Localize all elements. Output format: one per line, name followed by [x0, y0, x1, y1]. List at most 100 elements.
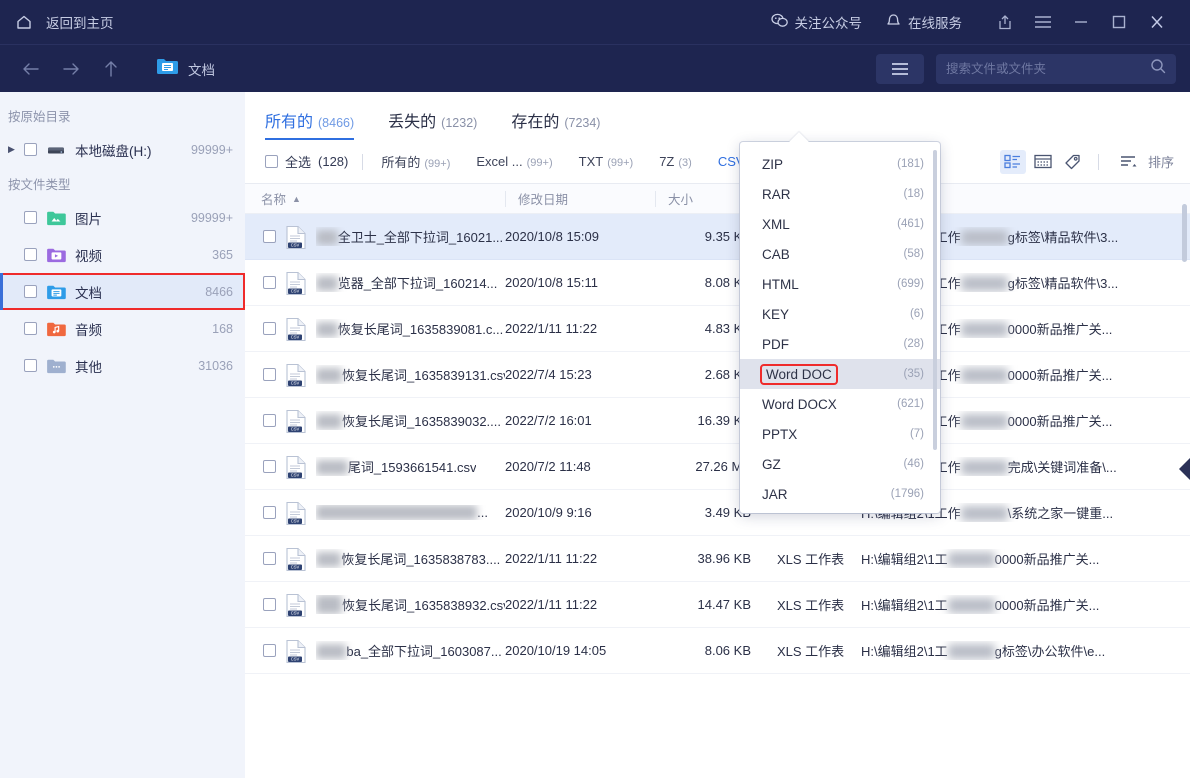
sidebar-type-list: ▶图片99999+▶视频365▶文档8466▶音频168▶其他31036	[0, 199, 245, 384]
row-checkbox[interactable]	[263, 230, 276, 243]
column-header-name[interactable]: 名称 ▲	[245, 189, 505, 208]
nav-forward-button[interactable]	[54, 54, 88, 84]
dropdown-item-PPTX[interactable]: PPTX (7)	[740, 419, 940, 449]
tab-count: (8466)	[318, 116, 355, 130]
file-path-redacted	[960, 368, 1008, 383]
table-row[interactable]: CSV excelba_全部下拉词_1603087...2020/10/19 14…	[245, 628, 1190, 674]
filter-chip-7Z[interactable]: 7Z (3)	[655, 151, 696, 172]
dropdown-item-XML[interactable]: XML (461)	[740, 209, 940, 239]
wechat-follow-button[interactable]: 关注公众号	[770, 12, 862, 32]
tab-存在的[interactable]: 存在的 (7234)	[511, 108, 600, 140]
type-checkbox[interactable]	[24, 322, 37, 335]
share-icon[interactable]	[986, 7, 1024, 37]
sort-label[interactable]: 排序	[1148, 152, 1174, 171]
search-input[interactable]	[946, 61, 1144, 76]
breadcrumb[interactable]: 文档	[156, 57, 215, 80]
sidebar-item-音频[interactable]: ▶音频168	[0, 310, 245, 347]
sidebar-item-视频[interactable]: ▶视频365	[0, 236, 245, 273]
detail-view-icon[interactable]	[1030, 150, 1056, 174]
sort-icon[interactable]	[1115, 150, 1141, 174]
search-box[interactable]	[936, 53, 1176, 84]
type-checkbox[interactable]	[24, 248, 37, 261]
row-checkbox[interactable]	[263, 598, 276, 611]
dropdown-item-ZIP[interactable]: ZIP (181)	[740, 149, 940, 179]
file-name: chongzhuang-shi-fangzi.csv...	[316, 505, 488, 520]
sidebar-item-图片[interactable]: ▶图片99999+	[0, 199, 245, 236]
file-path-visible: 0000新品推广关...	[1007, 322, 1113, 337]
file-path-redacted	[960, 230, 1008, 245]
row-checkbox[interactable]	[263, 368, 276, 381]
table-row[interactable]: CSV 360览器_全部下拉词_160214... 2020/10/8 15:11 8…	[245, 260, 1190, 306]
file-path-visible: 0000新品推广关...	[1007, 414, 1113, 429]
row-checkbox[interactable]	[263, 276, 276, 289]
column-name-label: 名称	[261, 193, 287, 207]
search-icon[interactable]	[1150, 58, 1166, 79]
close-icon[interactable]	[1138, 7, 1176, 37]
sidebar-drive-item[interactable]: ▶ 本地磁盘(H:) 99999+	[0, 131, 245, 168]
select-all-checkbox[interactable]: 全选 (128)	[265, 152, 348, 171]
expand-caret-icon[interactable]: ▶	[8, 144, 22, 155]
row-name-cell: CSV APP恢复长尾词_1635839032....	[245, 409, 505, 433]
table-row[interactable]: CSV 360恢复长尾词_1635839081.c...2022/1/11 11:…	[245, 306, 1190, 352]
dropdown-item-HTML[interactable]: HTML (699)	[740, 269, 940, 299]
hamburger-menu-icon[interactable]	[1024, 7, 1062, 37]
column-header-date[interactable]: 修改日期	[505, 190, 655, 207]
content-scrollbar[interactable]	[1182, 204, 1187, 262]
dropdown-item-Word-DOC[interactable]: Word DOC (35)	[740, 359, 940, 389]
filter-chip-TXT[interactable]: TXT (99+)	[575, 151, 638, 172]
dropdown-item-RAR[interactable]: RAR (18)	[740, 179, 940, 209]
filter-chip-Excel ...[interactable]: Excel ... (99+)	[472, 151, 556, 172]
svg-text:CSV: CSV	[291, 472, 300, 477]
table-row[interactable]: CSV baidu尾词_1593661541.csv 2020/7/2 11:48 2…	[245, 444, 1190, 490]
filter-chip-所有的[interactable]: 所有的 (99+)	[377, 149, 454, 174]
nav-back-button[interactable]	[14, 54, 48, 84]
dropdown-item-GZ[interactable]: GZ (46)	[740, 449, 940, 479]
tab-丢失的[interactable]: 丢失的 (1232)	[388, 108, 477, 140]
row-checkbox[interactable]	[263, 506, 276, 519]
row-checkbox[interactable]	[263, 414, 276, 427]
row-date-cell: 2022/7/2 16:01	[505, 413, 592, 428]
minimize-icon[interactable]	[1062, 7, 1100, 37]
online-service-label: 在线服务	[908, 16, 962, 31]
row-checkbox[interactable]	[263, 644, 276, 657]
dropdown-scrollbar[interactable]	[933, 150, 937, 450]
dropdown-item-count: (58)	[903, 248, 924, 260]
tag-icon[interactable]	[1060, 150, 1086, 174]
dropdown-item-JAR[interactable]: JAR (1796)	[740, 479, 940, 509]
dropdown-item-Word-DOCX[interactable]: Word DOCX (621)	[740, 389, 940, 419]
tab-所有的[interactable]: 所有的 (8466)	[265, 108, 355, 140]
table-row[interactable]: CSV APP恢复长尾词_1635839032.... 2022/7/2 16:01…	[245, 398, 1190, 444]
table-row[interactable]: CSV APP恢复长尾词_1635839131.csv2022/7/4 15:23…	[245, 352, 1190, 398]
collapse-panel-arrow[interactable]	[1179, 458, 1190, 480]
sidebar-drive-count: 99999+	[190, 142, 233, 157]
table-row[interactable]: CSV chongzhuang-shi-fangzi.csv... 2020/10/…	[245, 490, 1190, 536]
type-checkbox[interactable]	[24, 359, 37, 372]
row-type-cell: XLS 工作表	[777, 598, 845, 613]
csv-file-icon: CSV	[285, 225, 307, 249]
breadcrumb-label: 文档	[188, 62, 215, 78]
type-checkbox[interactable]	[24, 211, 37, 224]
table-row[interactable]: CSV data恢复长尾词_1635838783.... 2022/1/11 11:…	[245, 536, 1190, 582]
row-type-cell: XLS 工作表	[777, 644, 845, 659]
grid-view-icon[interactable]	[999, 149, 1026, 174]
dropdown-item-KEY[interactable]: KEY (6)	[740, 299, 940, 329]
online-service-button[interactable]: 在线服务	[886, 12, 962, 32]
row-checkbox[interactable]	[263, 552, 276, 565]
maximize-icon[interactable]	[1100, 7, 1138, 37]
drive-checkbox[interactable]	[24, 143, 37, 156]
list-view-toggle[interactable]	[876, 53, 924, 84]
table-row[interactable]: CSV 360全卫士_全部下拉词_16021...2020/10/8 15:09 9…	[245, 214, 1190, 260]
filter-chip-label: 7Z	[659, 154, 675, 169]
table-row[interactable]: CSV 数据恢复长尾词_1635838932.csv2022/1/11 11:22…	[245, 582, 1190, 628]
row-checkbox[interactable]	[263, 460, 276, 473]
dropdown-item-CAB[interactable]: CAB (58)	[740, 239, 940, 269]
type-checkbox[interactable]	[24, 285, 37, 298]
dropdown-item-PDF[interactable]: PDF (28)	[740, 329, 940, 359]
back-to-home-button[interactable]: 返回到主页	[14, 12, 114, 32]
row-checkbox[interactable]	[263, 322, 276, 335]
nav-up-button[interactable]	[94, 54, 128, 84]
column-header-size[interactable]: 大小	[655, 190, 751, 207]
select-all-box[interactable]	[265, 155, 278, 168]
sidebar-item-其他[interactable]: ▶其他31036	[0, 347, 245, 384]
sidebar-item-文档[interactable]: ▶文档8466	[0, 273, 245, 310]
